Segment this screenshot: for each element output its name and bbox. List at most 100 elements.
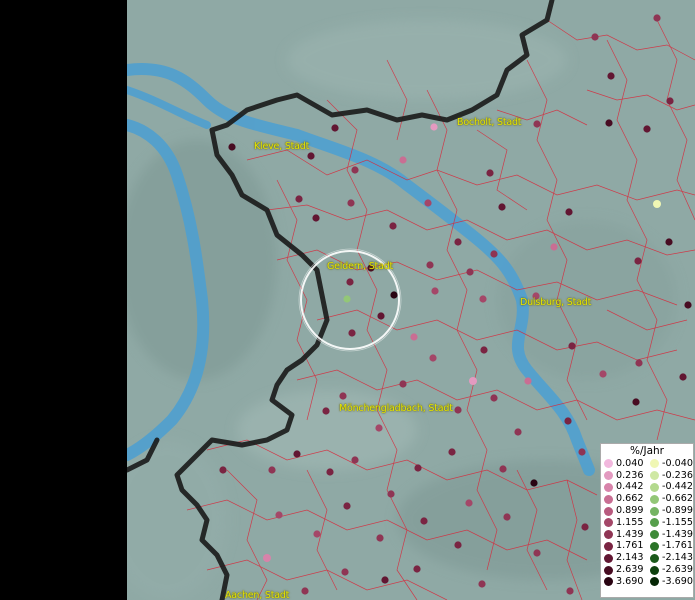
data-point[interactable]	[643, 125, 651, 133]
data-point[interactable]	[566, 587, 574, 595]
data-point[interactable]	[351, 456, 359, 464]
data-point[interactable]	[653, 14, 661, 22]
data-point[interactable]	[293, 450, 301, 458]
data-point[interactable]	[343, 295, 351, 303]
data-point[interactable]	[503, 513, 511, 521]
legend-entry-positive: 0.040	[601, 458, 647, 469]
data-point[interactable]	[480, 346, 488, 354]
data-point[interactable]	[578, 448, 586, 456]
data-point[interactable]	[322, 407, 330, 415]
data-point[interactable]	[499, 465, 507, 473]
data-point[interactable]	[486, 169, 494, 177]
data-point[interactable]	[343, 502, 351, 510]
data-point[interactable]	[376, 534, 384, 542]
legend-swatch	[650, 482, 659, 492]
data-point[interactable]	[632, 398, 640, 406]
data-point[interactable]	[339, 392, 347, 400]
data-point[interactable]	[295, 195, 303, 203]
data-point[interactable]	[228, 143, 236, 151]
data-point[interactable]	[275, 511, 283, 519]
data-point[interactable]	[454, 406, 462, 414]
legend-entry-negative: -2.639	[647, 565, 693, 575]
data-point[interactable]	[390, 291, 398, 299]
data-point[interactable]	[399, 156, 407, 164]
data-point[interactable]	[564, 417, 572, 425]
data-point[interactable]	[413, 565, 421, 573]
legend-value: 3.690	[616, 575, 644, 587]
data-point[interactable]	[550, 243, 558, 251]
data-point[interactable]	[219, 466, 227, 474]
data-point[interactable]	[653, 200, 661, 208]
data-point[interactable]	[387, 490, 395, 498]
data-point[interactable]	[469, 377, 477, 385]
legend-entry-negative: -1.439	[647, 528, 693, 540]
data-point[interactable]	[301, 587, 309, 595]
data-point[interactable]	[351, 166, 359, 174]
data-point[interactable]	[341, 568, 349, 576]
data-point[interactable]	[490, 250, 498, 258]
data-point[interactable]	[410, 333, 418, 341]
data-point[interactable]	[498, 203, 506, 211]
data-point[interactable]	[679, 373, 687, 381]
data-point[interactable]	[684, 301, 692, 309]
data-point[interactable]	[465, 499, 473, 507]
legend-swatch	[650, 518, 659, 528]
data-point[interactable]	[307, 152, 315, 160]
data-point[interactable]	[591, 33, 599, 41]
legend-row: 1.761 -1.761	[601, 541, 693, 553]
data-point[interactable]	[414, 464, 422, 472]
data-point[interactable]	[665, 238, 673, 246]
legend-swatch	[650, 459, 659, 469]
data-point[interactable]	[605, 119, 613, 127]
data-point[interactable]	[377, 312, 385, 320]
data-point[interactable]	[524, 377, 532, 385]
data-point[interactable]	[599, 370, 607, 378]
legend-entry-positive: 0.236	[601, 470, 647, 481]
data-point[interactable]	[429, 354, 437, 362]
data-point[interactable]	[607, 72, 615, 80]
data-point[interactable]	[478, 580, 486, 588]
data-point[interactable]	[399, 380, 407, 388]
data-point[interactable]	[568, 342, 576, 350]
data-point[interactable]	[454, 238, 462, 246]
data-point[interactable]	[490, 394, 498, 402]
data-point[interactable]	[635, 359, 643, 367]
data-point[interactable]	[381, 576, 389, 584]
data-point[interactable]	[263, 554, 271, 562]
legend-swatch	[650, 577, 659, 587]
data-point[interactable]	[346, 278, 354, 286]
data-point[interactable]	[448, 448, 456, 456]
data-point[interactable]	[565, 208, 573, 216]
legend-swatch	[604, 577, 613, 587]
legend-swatch	[650, 494, 659, 504]
data-point[interactable]	[420, 517, 428, 525]
data-point[interactable]	[424, 199, 432, 207]
data-point[interactable]	[347, 199, 355, 207]
legend-entry-positive: 3.690	[601, 575, 647, 587]
data-point[interactable]	[312, 214, 320, 222]
data-point[interactable]	[389, 222, 397, 230]
data-point[interactable]	[331, 124, 339, 132]
data-point[interactable]	[533, 120, 541, 128]
data-point[interactable]	[466, 268, 474, 276]
data-point[interactable]	[375, 424, 383, 432]
data-point[interactable]	[581, 523, 589, 531]
data-point[interactable]	[326, 468, 334, 476]
data-point[interactable]	[634, 257, 642, 265]
data-point[interactable]	[533, 549, 541, 557]
data-point[interactable]	[268, 466, 276, 474]
data-point[interactable]	[514, 428, 522, 436]
data-point[interactable]	[313, 530, 321, 538]
data-point[interactable]	[454, 541, 462, 549]
legend-entry-positive: 1.439	[601, 529, 647, 540]
legend-entry-negative: -1.761	[647, 541, 693, 551]
data-point[interactable]	[348, 329, 356, 337]
data-point[interactable]	[430, 123, 438, 131]
data-point[interactable]	[479, 295, 487, 303]
legend-value: -1.439	[662, 528, 693, 540]
map-legend: %/Jahr 0.040 -0.040 0.236 -0.236 0.442 -0.442…	[600, 443, 694, 598]
data-point[interactable]	[530, 479, 538, 487]
data-point[interactable]	[666, 97, 674, 105]
data-point[interactable]	[431, 287, 439, 295]
data-point[interactable]	[426, 261, 434, 269]
